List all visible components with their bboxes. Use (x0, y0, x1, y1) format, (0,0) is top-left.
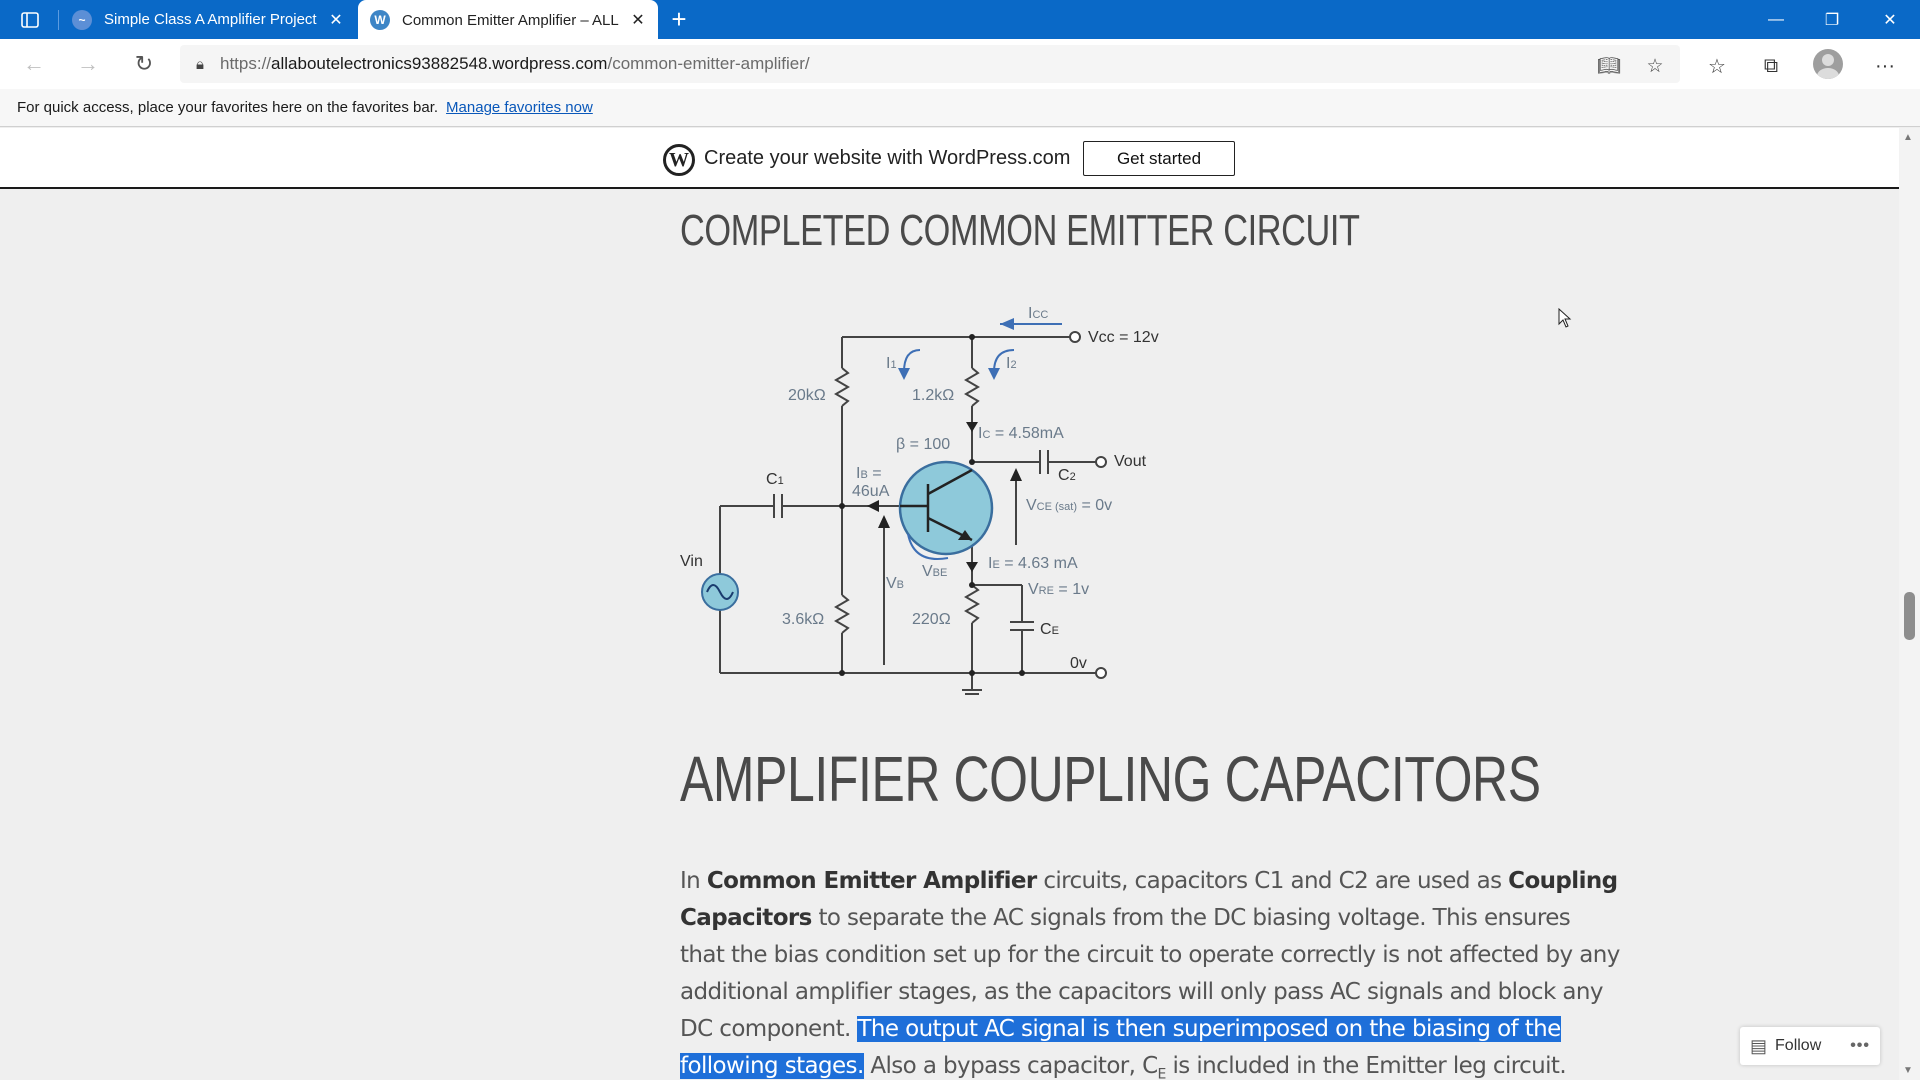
wordpress-banner: W Create your website with WordPress.com… (0, 128, 1899, 189)
close-tab-icon[interactable]: ✕ (322, 10, 350, 30)
vin-label: Vin (680, 553, 703, 570)
tab-common-emitter[interactable]: W Common Emitter Amplifier – ALL ✕ (358, 0, 658, 40)
page-content: W Create your website with WordPress.com… (0, 128, 1899, 1080)
url-text: https://allaboutelectronics93882548.word… (220, 54, 810, 73)
mouse-cursor-icon (1558, 308, 1572, 328)
wordpress-logo-icon: W (663, 144, 695, 176)
add-favorite-icon[interactable]: ☆ (1638, 51, 1672, 81)
icc-label: ICC (1028, 305, 1048, 322)
tab-simple-class-a[interactable]: ~ Simple Class A Amplifier Project ✕ (60, 0, 356, 39)
favorites-icon[interactable]: ☆ (1700, 51, 1734, 81)
get-started-button[interactable]: Get started (1083, 141, 1235, 176)
vre-label: VRE = 1v (1028, 581, 1089, 598)
minimize-button[interactable]: — (1748, 0, 1804, 39)
i1-label: I1 (886, 355, 897, 372)
more-options-icon[interactable]: ••• (1850, 1037, 1870, 1055)
follow-widget[interactable]: ▤ Follow ••• (1740, 1027, 1880, 1065)
lock-icon[interactable]: 🔒︎ (180, 56, 220, 73)
address-toolbar: ← → ↻ 🔒︎ https://allaboutelectronics9388… (0, 39, 1920, 89)
manage-favorites-link[interactable]: Manage favorites now (446, 99, 593, 116)
close-window-button[interactable]: ✕ (1862, 0, 1918, 39)
wp-banner-text: Create your website with WordPress.com (704, 147, 1071, 169)
settings-more-icon[interactable]: ··· (1868, 51, 1902, 81)
forward-button[interactable]: → (72, 49, 104, 79)
refresh-button[interactable]: ↻ (128, 49, 160, 79)
r1-label: 20kΩ (788, 387, 826, 404)
tab-title: Simple Class A Amplifier Project (104, 11, 317, 28)
vertical-scrollbar[interactable]: ▲ ▼ (1899, 128, 1920, 1080)
wordpress-favicon-icon: W (370, 10, 390, 30)
tab-actions-icon[interactable] (14, 7, 46, 33)
beta-label: β = 100 (896, 436, 950, 453)
rc-label: 1.2kΩ (912, 387, 954, 404)
tab-title: Common Emitter Amplifier – ALL (402, 11, 619, 29)
c1-label: C1 (766, 471, 784, 488)
ce-label: CE (1040, 621, 1059, 638)
re-label: 220Ω (912, 611, 951, 628)
title-bar: ~ Simple Class A Amplifier Project ✕ W C… (0, 0, 1920, 40)
follow-icon: ▤ (1750, 1035, 1768, 1056)
address-bar[interactable]: 🔒︎ https://allaboutelectronics93882548.w… (180, 45, 1680, 83)
coupling-paragraph: In Common Emitter Amplifier circuits, ca… (680, 868, 1620, 1080)
vcc-label: Vcc = 12v (1088, 329, 1159, 346)
r2-label: 3.6kΩ (782, 611, 824, 628)
heading-coupling-capacitors: AMPLIFIER COUPLING CAPACITORS (680, 743, 1541, 815)
scroll-up-arrow-icon[interactable]: ▲ (1903, 132, 1913, 143)
i2-label: I2 (1006, 355, 1017, 372)
vce-label: VCE (sat) = 0v (1026, 497, 1112, 514)
profile-avatar[interactable] (1813, 49, 1843, 79)
heading-completed-circuit: COMPLETED COMMON EMITTER CIRCUIT (680, 206, 1360, 255)
ie-label: IE = 4.63 mA (988, 555, 1078, 572)
immersive-reader-icon[interactable]: 📖︎ (1592, 51, 1626, 81)
back-button[interactable]: ← (18, 49, 50, 79)
vbe-label: VBE (922, 563, 947, 580)
zero-volt-label: 0v (1070, 655, 1087, 672)
site-favicon-icon: ~ (72, 9, 92, 30)
vout-label: Vout (1114, 453, 1147, 470)
close-tab-icon[interactable]: ✕ (624, 10, 652, 30)
restore-button[interactable]: ❐ (1804, 0, 1860, 39)
ic-label: IC = 4.58mA (978, 425, 1064, 442)
vb-label: VB (886, 575, 904, 592)
favorites-bar-message: For quick access, place your favorites h… (17, 99, 439, 116)
ib-value: 46uA (852, 483, 890, 500)
collections-icon[interactable]: ⧉ (1754, 51, 1788, 81)
common-emitter-circuit-diagram: ICC Vcc = 12v I1 I2 20kΩ 1.2kΩ β = 100 I… (680, 305, 1159, 695)
favorites-bar: For quick access, place your favorites h… (0, 89, 1920, 127)
ib-label: IB = (856, 465, 882, 482)
c2-label: C2 (1058, 467, 1076, 484)
scrollbar-thumb[interactable] (1904, 592, 1915, 640)
tab-separator (58, 10, 59, 30)
scroll-down-arrow-icon[interactable]: ▼ (1903, 1065, 1913, 1076)
follow-label[interactable]: Follow (1775, 1037, 1821, 1055)
new-tab-button[interactable]: + (664, 6, 694, 34)
